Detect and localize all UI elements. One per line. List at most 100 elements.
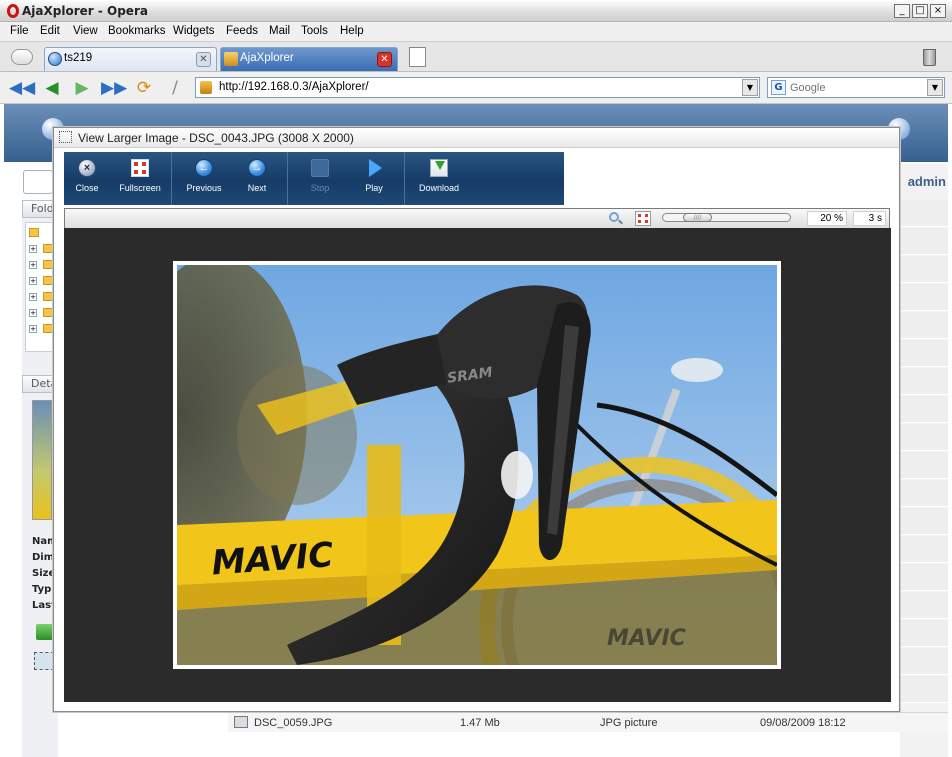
image-viewer-icon: [59, 131, 72, 143]
new-tab-icon[interactable]: [409, 47, 426, 67]
list-row[interactable]: [900, 648, 948, 675]
list-row[interactable]: [900, 340, 948, 367]
search-input[interactable]: [790, 80, 920, 95]
zoom-value-field[interactable]: 20 %: [807, 211, 847, 226]
rewind-icon[interactable]: ◀◀: [9, 78, 35, 98]
list-row[interactable]: [900, 480, 948, 507]
tree-expand-icon[interactable]: +: [29, 261, 37, 269]
list-row[interactable]: [900, 508, 948, 535]
list-row[interactable]: [900, 452, 948, 479]
fit-to-screen-icon[interactable]: [635, 211, 651, 226]
bicycle-photo[interactable]: MAVIC MAVIC SRAM: [177, 265, 777, 665]
zoom-slider-thumb[interactable]: ////: [683, 213, 712, 222]
button-label: Close: [75, 183, 99, 193]
fullscreen-button[interactable]: Fullscreen: [114, 152, 166, 205]
address-url[interactable]: http://192.168.0.3/AjaXplorer/: [219, 81, 369, 93]
edit-icon[interactable]: /: [164, 78, 186, 98]
tree-expand-icon[interactable]: +: [29, 293, 37, 301]
file-size: 1.47 Mb: [460, 717, 500, 729]
tab-ts219[interactable]: ts219 ✕: [44, 47, 217, 71]
detail-dimensions-label: Dim: [32, 552, 55, 563]
dialog-titlebar[interactable]: View Larger Image - DSC_0043.JPG (3008 X…: [54, 128, 899, 148]
forward-icon[interactable]: ▶: [71, 78, 93, 98]
file-list-row[interactable]: DSC_0059.JPG 1.47 Mb JPG picture 09/08/2…: [228, 712, 948, 732]
menu-file[interactable]: File: [10, 25, 29, 37]
download-button[interactable]: Download: [412, 152, 466, 205]
list-row[interactable]: [900, 424, 948, 451]
maximize-button[interactable]: □: [912, 4, 928, 18]
bg-side-tab[interactable]: [23, 170, 53, 194]
list-row[interactable]: [900, 312, 948, 339]
minimize-button[interactable]: _: [894, 4, 910, 18]
menu-widgets[interactable]: Widgets: [173, 25, 215, 37]
reload-icon[interactable]: ⟳: [133, 78, 155, 98]
zoom-magnifier-icon[interactable]: [608, 211, 624, 226]
toolbar-separator: [287, 152, 288, 205]
address-dropdown-icon[interactable]: ▼: [742, 79, 758, 96]
folder-icon: [43, 292, 53, 301]
list-row[interactable]: [900, 536, 948, 563]
photo-frame: MAVIC MAVIC SRAM: [173, 261, 781, 669]
button-label: Play: [365, 183, 383, 193]
folder-tree: + + + + + +: [25, 222, 55, 352]
slideshow-delay-field[interactable]: 3 s: [853, 211, 886, 226]
list-row[interactable]: [900, 256, 948, 283]
tree-expand-icon[interactable]: +: [29, 309, 37, 317]
logged-user[interactable]: admin: [908, 174, 946, 189]
menu-tools[interactable]: Tools: [301, 25, 328, 37]
tab-label: ts219: [64, 52, 93, 64]
google-icon[interactable]: G: [771, 80, 786, 95]
list-row[interactable]: [900, 564, 948, 591]
list-row[interactable]: [900, 676, 948, 703]
menu-edit[interactable]: Edit: [40, 25, 60, 37]
zoom-slider[interactable]: ////: [662, 213, 791, 222]
close-button[interactable]: × Close: [68, 152, 106, 205]
menu-mail[interactable]: Mail: [269, 25, 290, 37]
image-action-icon[interactable]: [34, 652, 54, 670]
tree-expand-icon[interactable]: +: [29, 277, 37, 285]
dialog-title: View Larger Image - DSC_0043.JPG (3008 X…: [78, 131, 354, 145]
panels-toggle-icon[interactable]: [11, 49, 33, 65]
tab-ajaxplorer[interactable]: AjaXplorer ✕: [220, 47, 398, 71]
tab-close-icon[interactable]: ✕: [377, 52, 392, 67]
download-action-icon[interactable]: [36, 624, 54, 640]
tree-expand-icon[interactable]: +: [29, 245, 37, 253]
trash-icon[interactable]: [923, 49, 936, 66]
play-button[interactable]: Play: [354, 152, 394, 205]
menu-bar: File Edit View Bookmarks Widgets Feeds M…: [0, 22, 952, 42]
close-window-button[interactable]: ×: [930, 4, 946, 18]
fast-forward-icon[interactable]: ▶▶: [101, 78, 127, 98]
menu-bookmarks[interactable]: Bookmarks: [108, 25, 166, 37]
button-label: Download: [418, 183, 460, 193]
list-row[interactable]: [900, 200, 948, 227]
file-name: DSC_0059.JPG: [254, 717, 333, 729]
menu-view[interactable]: View: [73, 25, 98, 37]
folder-icon: [43, 260, 53, 269]
next-button[interactable]: → Next: [236, 152, 278, 205]
tab-close-icon[interactable]: ✕: [196, 52, 211, 67]
list-row[interactable]: [900, 284, 948, 311]
address-bar[interactable]: http://192.168.0.3/AjaXplorer/ ▼: [195, 77, 760, 98]
list-row[interactable]: [900, 368, 948, 395]
stop-icon: [311, 159, 329, 177]
next-arrow-icon: →: [248, 159, 266, 177]
list-row[interactable]: [900, 228, 948, 255]
image-file-icon: [234, 716, 248, 728]
folder-icon: [43, 324, 53, 333]
image-stage: MAVIC MAVIC SRAM: [64, 228, 891, 702]
previous-arrow-icon: ←: [195, 159, 213, 177]
back-icon[interactable]: ◀: [41, 78, 63, 98]
menu-feeds[interactable]: Feeds: [226, 25, 258, 37]
window-title: AjaXplorer - Opera: [22, 4, 148, 18]
previous-button[interactable]: ← Previous: [178, 152, 230, 205]
list-row[interactable]: [900, 396, 948, 423]
menu-help[interactable]: Help: [340, 25, 364, 37]
site-favicon-icon: [200, 81, 212, 94]
list-row[interactable]: [900, 620, 948, 647]
fullscreen-icon: [131, 159, 149, 177]
stop-button[interactable]: Stop: [300, 152, 340, 205]
list-row[interactable]: [900, 592, 948, 619]
tree-expand-icon[interactable]: +: [29, 325, 37, 333]
search-box[interactable]: G ▼: [767, 77, 945, 98]
search-dropdown-icon[interactable]: ▼: [927, 79, 943, 96]
